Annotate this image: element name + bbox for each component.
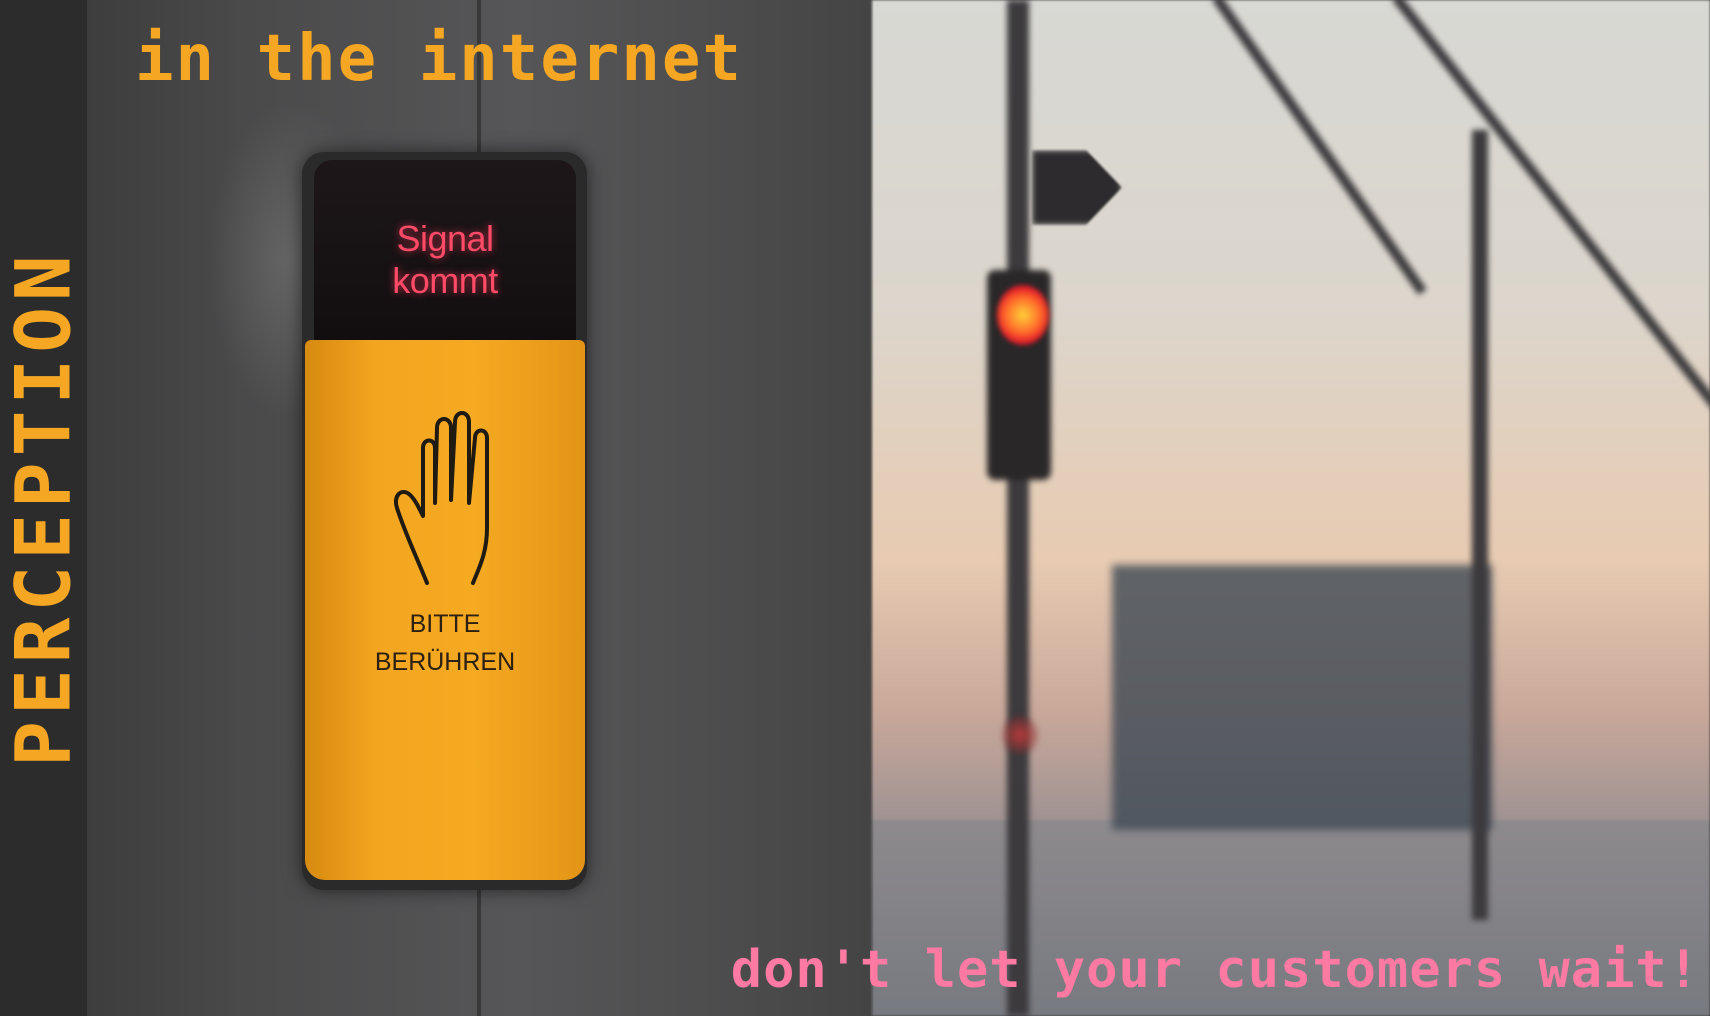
slide: Signal kommt BITTE BERÜHREN PERCEPTION i… bbox=[0, 0, 1710, 1016]
panel-line-1: BITTE bbox=[409, 610, 481, 638]
side-label: PERCEPTION bbox=[0, 249, 88, 767]
background-photo: Signal kommt BITTE BERÜHREN bbox=[87, 0, 1710, 1016]
bridge-cable bbox=[1392, 0, 1710, 410]
panel-line-2: BERÜHREN bbox=[374, 648, 516, 676]
street-lamp-pole bbox=[1472, 130, 1488, 920]
tagline: don't let your customers wait! bbox=[730, 940, 1700, 1000]
blurred-street-scene bbox=[872, 0, 1710, 1016]
headline: in the internet bbox=[135, 22, 743, 96]
red-traffic-light bbox=[997, 285, 1049, 345]
display-line-1: Signal bbox=[396, 218, 494, 259]
traffic-light-pole bbox=[1007, 0, 1029, 1016]
bridge-cable bbox=[1212, 0, 1427, 295]
distant-building bbox=[1112, 565, 1492, 830]
dim-traffic-light bbox=[1002, 715, 1038, 755]
pedestrian-signal-sign bbox=[1032, 150, 1122, 225]
hand-icon bbox=[394, 411, 489, 585]
side-band: PERCEPTION bbox=[0, 0, 88, 1016]
display-line-2: kommt bbox=[392, 260, 498, 301]
signal-display: Signal kommt bbox=[314, 160, 576, 355]
touch-instruction: BITTE BERÜHREN bbox=[305, 605, 585, 681]
